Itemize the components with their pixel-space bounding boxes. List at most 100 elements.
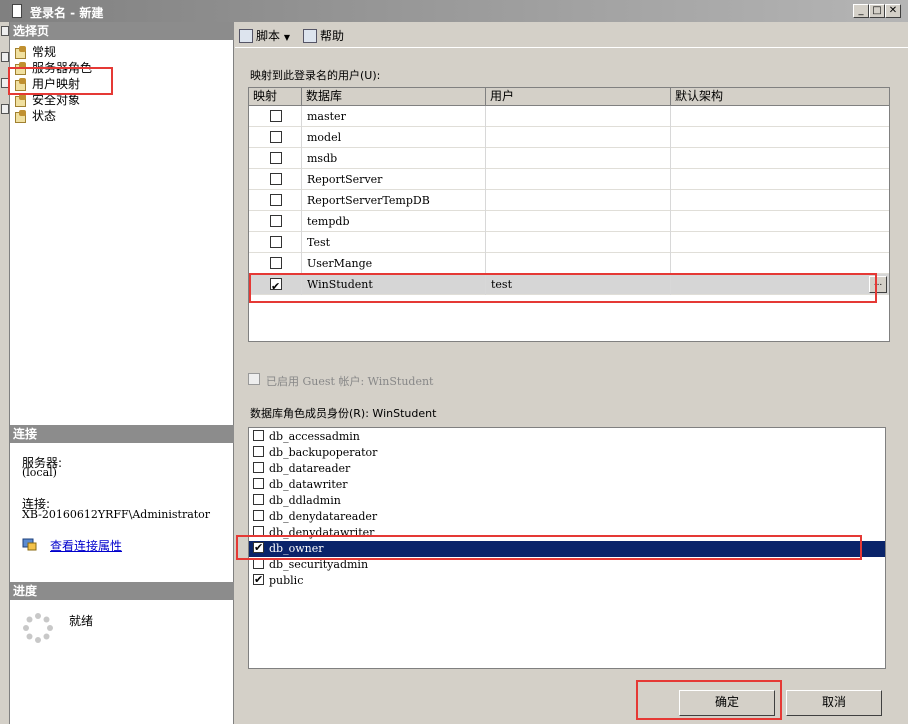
role-checkbox[interactable] (253, 540, 264, 556)
role-checkbox[interactable] (253, 510, 264, 521)
mapping-row-reportservertempdb[interactable]: ReportServerTempDB (249, 190, 889, 211)
role-item-db-denydatareader[interactable]: db_denydatareader (253, 509, 377, 525)
script-button[interactable]: 脚本 ▼ (239, 27, 290, 44)
role-checkbox[interactable] (253, 526, 264, 537)
role-item-db-securityadmin[interactable]: db_securityadmin (253, 557, 368, 573)
mapping-row-model[interactable]: model (249, 127, 889, 148)
help-icon (303, 29, 317, 43)
role-checkbox[interactable] (253, 558, 264, 569)
role-item-db-backupoperator[interactable]: db_backupoperator (253, 445, 377, 461)
user-cell[interactable] (486, 211, 671, 232)
map-checkbox[interactable] (270, 276, 282, 297)
role-name: db_owner (269, 542, 324, 555)
map-checkbox[interactable] (270, 110, 282, 122)
window-title: 登录名 - 新建 (30, 6, 104, 20)
database-cell: UserMange (302, 253, 486, 274)
mapping-row-usermange[interactable]: UserMange (249, 253, 889, 274)
nav-item-general[interactable]: 常规 (14, 44, 56, 60)
user-cell[interactable] (486, 106, 671, 127)
default-schema-cell[interactable] (671, 190, 889, 211)
default-schema-cell[interactable] (671, 253, 889, 274)
connection-properties-icon (22, 537, 38, 551)
role-checkbox[interactable] (253, 462, 264, 473)
view-connection-properties-link[interactable]: 查看连接属性 (50, 537, 122, 554)
select-page-panel: 选择页 常规 服务器角色 用户映射 安全对象 状态 连接 服务器: (local… (10, 22, 234, 724)
role-checkbox[interactable] (253, 572, 264, 588)
mapping-row-msdb[interactable]: msdb (249, 148, 889, 169)
browse-schema-button[interactable]: ... (869, 276, 887, 293)
map-checkbox[interactable] (270, 215, 282, 227)
mapping-row-reportserver[interactable]: ReportServer (249, 169, 889, 190)
nav-item-server-roles[interactable]: 服务器角色 (14, 60, 92, 76)
column-header-user[interactable]: 用户 (486, 88, 671, 106)
role-item-db-datawriter[interactable]: db_datawriter (253, 477, 348, 493)
column-header-map[interactable]: 映射 (249, 88, 302, 106)
map-cell (249, 274, 302, 297)
default-schema-cell[interactable] (671, 106, 889, 127)
ok-button[interactable]: 确定 (679, 690, 775, 716)
column-header-default-schema[interactable]: 默认架构 (671, 88, 889, 106)
role-item-public[interactable]: public (253, 572, 303, 589)
help-button[interactable]: 帮助 (303, 27, 344, 44)
default-schema-cell[interactable] (671, 148, 889, 169)
select-page-header: 选择页 (10, 22, 234, 40)
role-checkbox[interactable] (253, 430, 264, 441)
role-checkbox[interactable] (253, 494, 264, 505)
map-checkbox[interactable] (270, 131, 282, 143)
role-name: db_denydatawriter (269, 526, 375, 539)
window-icon (12, 4, 22, 18)
role-name: db_datawriter (269, 478, 348, 491)
nav-item-securables[interactable]: 安全对象 (14, 92, 80, 108)
default-schema-cell[interactable] (671, 274, 889, 295)
role-item-db-denydatawriter[interactable]: db_denydatawriter (253, 525, 374, 541)
role-name: db_ddladmin (269, 494, 341, 507)
mapping-row-test[interactable]: Test (249, 232, 889, 253)
map-cell (249, 127, 302, 148)
user-cell[interactable] (486, 127, 671, 148)
user-cell[interactable] (486, 253, 671, 274)
dropdown-arrow-icon: ▼ (283, 33, 290, 42)
role-name: db_accessadmin (269, 430, 360, 443)
role-item-db-datareader[interactable]: db_datareader (253, 461, 350, 477)
mapping-row-winstudent[interactable]: WinStudenttest... (249, 274, 889, 297)
map-checkbox[interactable] (270, 173, 282, 185)
user-cell[interactable] (486, 148, 671, 169)
default-schema-cell[interactable] (671, 127, 889, 148)
nav-item-status[interactable]: 状态 (14, 108, 56, 124)
default-schema-cell[interactable] (671, 211, 889, 232)
page-icon (14, 46, 28, 59)
roles-label: 数据库角色成员身份(R): WinStudent (250, 407, 437, 420)
default-schema-cell[interactable] (671, 169, 889, 190)
nav-item-user-mapping[interactable]: 用户映射 (14, 76, 80, 92)
column-header-database[interactable]: 数据库 (302, 88, 486, 106)
role-item-db-ddladmin[interactable]: db_ddladmin (253, 493, 341, 509)
role-item-db-accessadmin[interactable]: db_accessadmin (253, 429, 360, 445)
progress-spinner-icon (22, 612, 54, 644)
user-cell[interactable] (486, 169, 671, 190)
mapping-row-master[interactable]: master (249, 106, 889, 127)
map-checkbox[interactable] (270, 152, 282, 164)
map-checkbox[interactable] (270, 194, 282, 206)
map-checkbox[interactable] (270, 257, 282, 269)
map-checkbox[interactable] (270, 236, 282, 248)
cancel-button[interactable]: 取消 (786, 690, 882, 716)
role-checkbox[interactable] (253, 478, 264, 489)
database-cell: WinStudent (302, 274, 486, 295)
server-value: (local) (22, 466, 57, 479)
map-cell (249, 232, 302, 253)
maximize-button[interactable]: □ (869, 4, 885, 18)
guest-enabled-checkbox[interactable] (248, 372, 260, 385)
role-item-db-owner[interactable]: db_owner (249, 540, 885, 557)
user-cell[interactable]: test (486, 274, 671, 295)
close-button[interactable]: ✕ (885, 4, 901, 18)
default-schema-cell[interactable] (671, 232, 889, 253)
minimize-button[interactable]: _ (853, 4, 869, 18)
user-cell[interactable] (486, 232, 671, 253)
role-name: db_securityadmin (269, 558, 369, 571)
toolbar: 脚本 ▼ 帮助 (235, 22, 908, 48)
user-cell[interactable] (486, 190, 671, 211)
mapping-row-tempdb[interactable]: tempdb (249, 211, 889, 232)
page-icon (14, 62, 28, 75)
script-icon (239, 29, 253, 43)
role-checkbox[interactable] (253, 446, 264, 457)
